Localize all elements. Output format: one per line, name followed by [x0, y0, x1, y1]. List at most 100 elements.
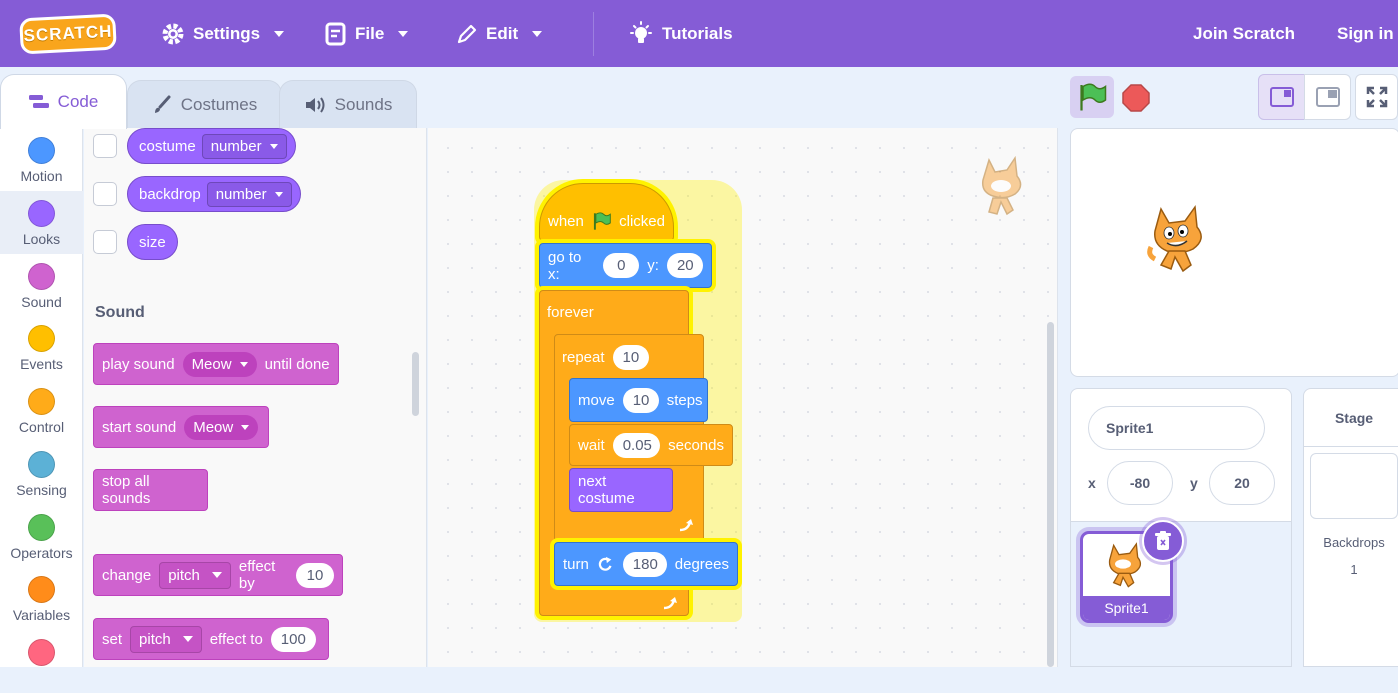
category-label: Sensing [16, 482, 67, 498]
sprite-info-pane: Sprite1 x -80 y 20 Sprite1 [1070, 388, 1292, 667]
effect-value-input[interactable]: 10 [296, 562, 334, 588]
trash-icon [1155, 531, 1171, 550]
green-flag-icon [1080, 83, 1107, 111]
repeat-count-input[interactable]: 10 [612, 344, 650, 370]
menu-divider [593, 12, 594, 56]
stage-selector-pane[interactable]: Stage Backdrops 1 [1303, 388, 1398, 667]
effect-dropdown[interactable]: pitch [130, 625, 202, 653]
tab-code[interactable]: Code [0, 74, 127, 129]
forever-label-row: forever [539, 292, 602, 332]
category-motion[interactable]: Motion [0, 128, 83, 191]
category-label: Operators [10, 545, 73, 561]
play-sound-until-done-block[interactable]: play sound Meow until done [93, 343, 339, 385]
sprite-name-input[interactable]: Sprite1 [1088, 406, 1265, 450]
tab-costumes[interactable]: Costumes [127, 80, 282, 129]
join-scratch-link[interactable]: Join Scratch [1193, 0, 1295, 67]
category-control[interactable]: Control [0, 379, 83, 442]
dropdown-value: number [210, 137, 262, 155]
backdrop-monitor-checkbox[interactable] [93, 182, 117, 206]
chevron-down-icon [182, 636, 193, 642]
edit-label: Edit [486, 23, 519, 43]
category-looks[interactable]: Looks [0, 191, 83, 254]
small-stage-icon [1269, 87, 1294, 107]
tutorials-menu[interactable]: Tutorials [628, 0, 733, 67]
block-text: forever [547, 303, 594, 321]
backdrop-number-reporter[interactable]: backdrop number [127, 176, 301, 212]
sprite-x-input[interactable]: -80 [1107, 461, 1173, 505]
code-workspace[interactable]: when clicked go to x: 0 y: 20 forever re… [428, 128, 1058, 667]
palette-scrollbar[interactable] [412, 352, 419, 416]
small-stage-button[interactable] [1258, 74, 1305, 120]
category-events[interactable]: Events [0, 316, 83, 379]
backdrop-dropdown[interactable]: number [206, 181, 292, 207]
large-stage-button[interactable] [1304, 74, 1351, 120]
x-label: x [1088, 475, 1096, 491]
category-operators[interactable]: Operators [0, 505, 83, 568]
variables-dot [28, 576, 55, 603]
large-stage-icon [1315, 87, 1340, 107]
category-sensing[interactable]: Sensing [0, 442, 83, 505]
block-text: degrees [674, 555, 729, 573]
green-flag-button[interactable] [1070, 76, 1114, 118]
delete-sprite-button[interactable] [1142, 520, 1184, 562]
block-text: when [548, 212, 584, 230]
block-text: start sound [102, 418, 177, 436]
looks-dot [28, 200, 55, 227]
edit-menu[interactable]: Edit [456, 0, 543, 67]
block-text: steps [666, 391, 703, 409]
fullscreen-button[interactable] [1355, 74, 1398, 120]
backdrop-thumbnail[interactable] [1310, 453, 1398, 519]
chevron-down-icon [269, 143, 278, 149]
sound-dropdown[interactable]: Meow [184, 414, 259, 440]
sound-dropdown[interactable]: Meow [182, 351, 257, 377]
category-variables[interactable]: Variables [0, 567, 83, 630]
block-text: size [139, 233, 166, 251]
join-label: Join Scratch [1193, 23, 1296, 43]
wait-seconds-block[interactable]: wait 0.05 seconds [569, 424, 733, 466]
block-text: next costume [578, 473, 635, 507]
sprite-y-input[interactable]: 20 [1209, 461, 1275, 505]
costume-dropdown[interactable]: number [201, 133, 287, 159]
stage-title: Stage [1304, 389, 1398, 447]
workspace-scrollbar[interactable] [1047, 322, 1054, 667]
stage-canvas[interactable] [1070, 128, 1398, 377]
turn-degrees-block[interactable]: turn 180 degrees [554, 542, 738, 586]
motion-dot [28, 137, 55, 164]
file-menu[interactable]: File [325, 0, 409, 67]
settings-label: Settings [193, 23, 261, 43]
tab-sounds-label: Sounds [334, 95, 393, 114]
size-monitor-checkbox[interactable] [93, 230, 117, 254]
start-sound-block[interactable]: start sound Meow [93, 406, 269, 448]
sign-in-link[interactable]: Sign in [1337, 0, 1394, 67]
stop-button[interactable] [1118, 80, 1154, 116]
settings-menu[interactable]: Settings [161, 0, 285, 67]
set-effect-block[interactable]: set pitch effect to 100 [93, 618, 329, 660]
costume-number-reporter[interactable]: costume number [127, 128, 296, 164]
costume-monitor-checkbox[interactable] [93, 134, 117, 158]
events-dot [28, 325, 55, 352]
degrees-input[interactable]: 180 [622, 551, 667, 577]
stop-all-sounds-block[interactable]: stop all sounds [93, 469, 208, 511]
size-reporter[interactable]: size [127, 224, 178, 260]
effect-dropdown[interactable]: pitch [159, 561, 231, 589]
change-effect-block[interactable]: change pitch effect by 10 [93, 554, 343, 596]
seconds-input[interactable]: 0.05 [612, 432, 661, 458]
category-my-blocks[interactable] [0, 630, 83, 693]
my-blocks-dot [28, 639, 55, 666]
move-steps-block[interactable]: move 10 steps [569, 378, 708, 422]
when-flag-clicked-block[interactable]: when clicked [539, 183, 674, 241]
y-input[interactable]: 20 [666, 253, 703, 278]
steps-input[interactable]: 10 [622, 387, 659, 413]
block-palette: costume number backdrop number size Sound … [84, 128, 427, 667]
effect-value-input[interactable]: 100 [270, 626, 316, 652]
category-sound[interactable]: Sound [0, 254, 83, 317]
scratch-logo[interactable]: SCRATCH [19, 13, 117, 55]
tab-sounds[interactable]: Sounds [279, 80, 417, 129]
block-text: set [102, 630, 123, 648]
x-input[interactable]: 0 [603, 253, 640, 278]
next-costume-block[interactable]: next costume [569, 468, 673, 512]
gear-icon [162, 23, 184, 44]
signin-label: Sign in [1337, 23, 1394, 43]
block-text: clicked [619, 212, 665, 230]
go-to-xy-block[interactable]: go to x: 0 y: 20 [539, 243, 712, 288]
